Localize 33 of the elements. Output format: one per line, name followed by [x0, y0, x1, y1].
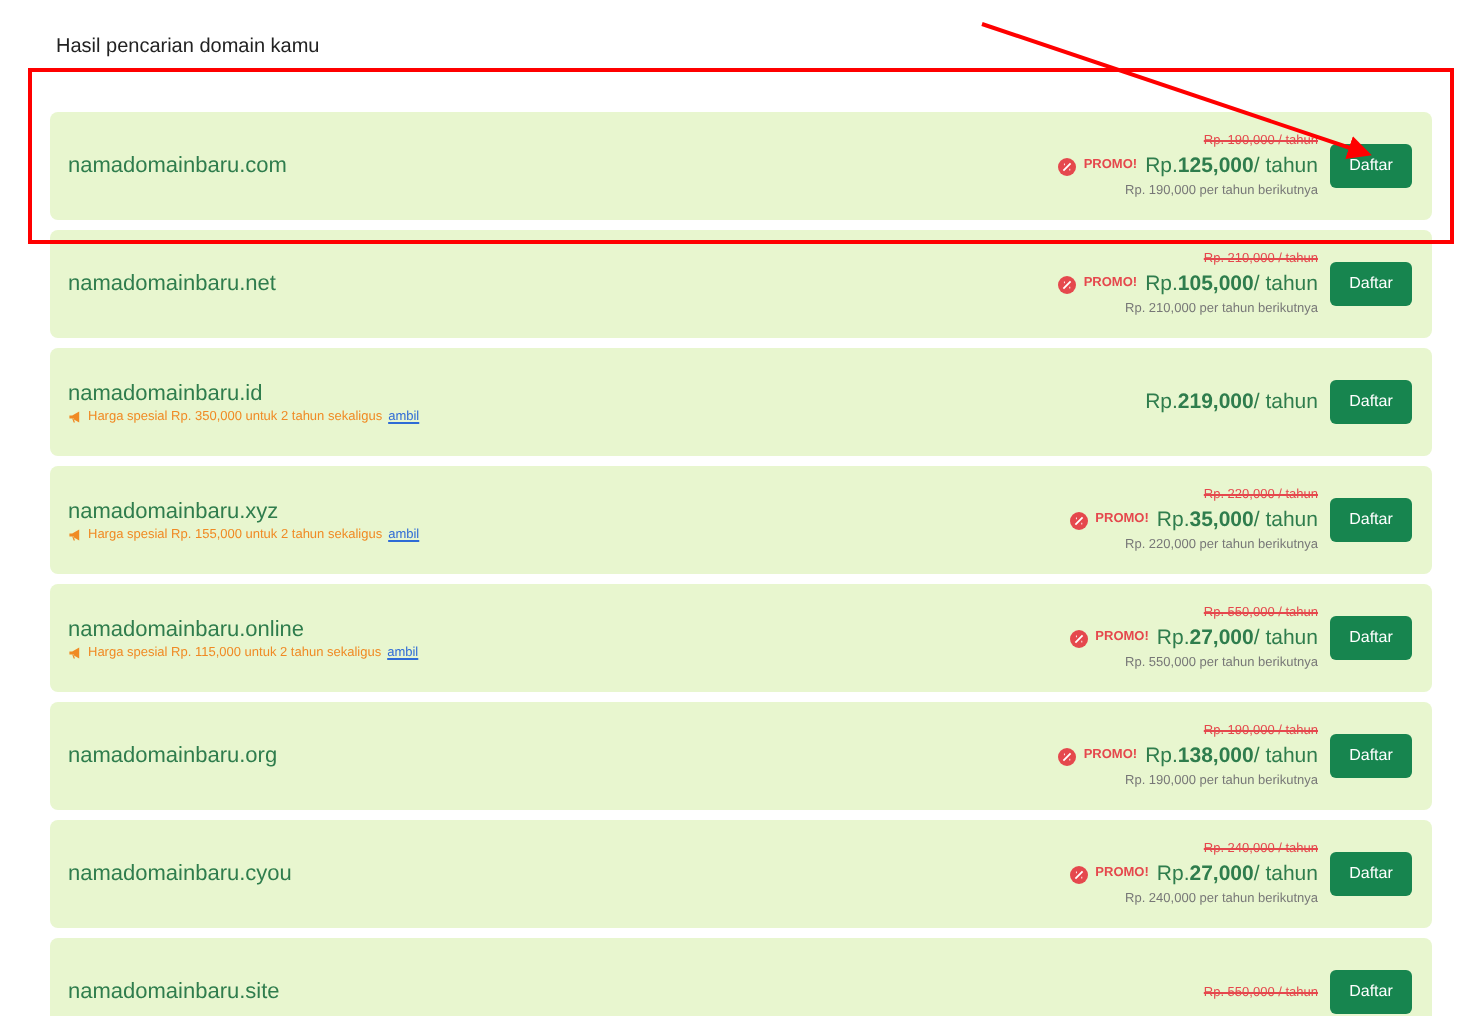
promo-icon [1057, 275, 1076, 293]
domain-name: namadomainbaru.net [68, 270, 276, 298]
megaphone-icon [68, 409, 82, 423]
promo-icon [1057, 157, 1076, 175]
promo-icon [1069, 511, 1088, 529]
promo-icon [1069, 865, 1088, 883]
price: Rp.138,000/ tahun [1145, 742, 1318, 772]
price: Rp.35,000/ tahun [1156, 506, 1318, 536]
register-button[interactable]: Daftar [1330, 380, 1412, 424]
price: Rp.105,000/ tahun [1145, 270, 1318, 300]
register-button[interactable]: Daftar [1330, 852, 1412, 896]
domain-name: namadomainbaru.cyou [68, 860, 292, 888]
promo-icon [1057, 747, 1076, 765]
price: Rp.27,000/ tahun [1156, 860, 1318, 890]
price: Rp.219,000/ tahun [1145, 388, 1318, 418]
promo-icon [1069, 629, 1088, 647]
register-button[interactable]: Daftar [1330, 734, 1412, 778]
register-button[interactable]: Daftar [1330, 970, 1412, 1014]
register-button[interactable]: Daftar [1330, 262, 1412, 306]
register-button[interactable]: Daftar [1330, 616, 1412, 660]
register-button[interactable]: Daftar [1330, 144, 1412, 188]
page-heading: Hasil pencarian domain kamu [56, 36, 320, 58]
domain-name: namadomainbaru.xyz [68, 497, 281, 525]
register-button[interactable]: Daftar [1330, 498, 1412, 542]
domain-name: namadomainbaru.online [68, 615, 307, 643]
domain-name: namadomainbaru.site [68, 978, 280, 1006]
megaphone-icon [68, 527, 82, 541]
price: Rp.125,000/ tahun [1145, 152, 1318, 182]
price: Rp.27,000/ tahun [1156, 624, 1318, 654]
domain-name: namadomainbaru.id [68, 379, 265, 407]
domain-name: namadomainbaru.org [68, 742, 278, 770]
domain-name: namadomainbaru.com [68, 152, 287, 180]
megaphone-icon [68, 645, 82, 659]
